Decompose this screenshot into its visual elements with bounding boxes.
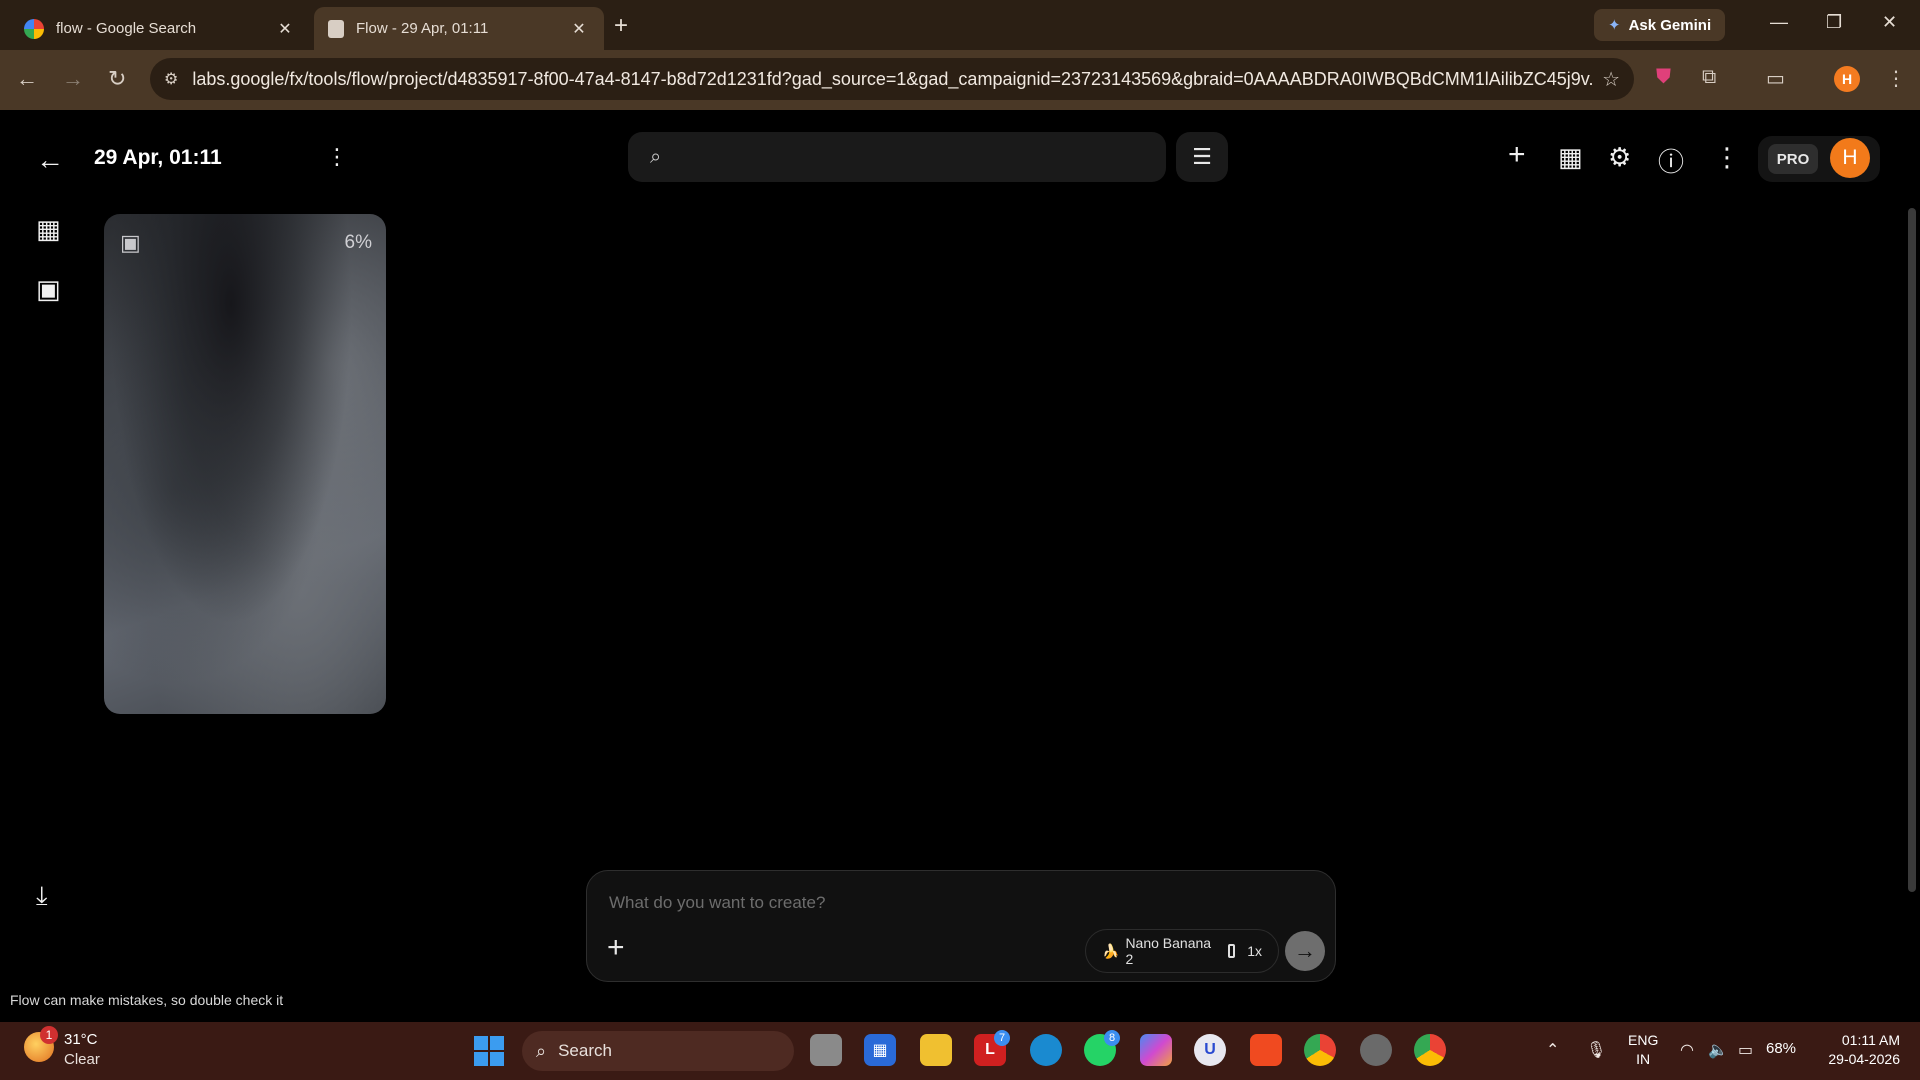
progress-percent: 6% <box>344 232 372 253</box>
chevron-up-icon[interactable]: ⌃ <box>1546 1040 1559 1060</box>
microphone-icon[interactable]: 🎙 <box>1586 1040 1606 1060</box>
system-clock[interactable]: 01:11 AM 29-04-2026 <box>1816 1031 1900 1069</box>
pro-badge: PRO <box>1768 144 1818 174</box>
help-icon[interactable]: ⓘ <box>1658 142 1684 179</box>
film-strip-icon[interactable]: ▦ <box>1558 142 1583 173</box>
project-title: 29 Apr, 01:11 <box>94 146 222 169</box>
image-view-icon[interactable]: ▣ <box>36 274 61 305</box>
battery-percent: 68% <box>1766 1040 1797 1057</box>
browser-tab-bar: flow - Google Search ✕ Flow - 29 Apr, 01… <box>0 0 1920 50</box>
tab-title: flow - Google Search <box>56 20 197 37</box>
tab-google-search[interactable]: flow - Google Search ✕ <box>10 7 310 50</box>
edge-icon[interactable] <box>1030 1034 1062 1066</box>
clock-time: 01:11 AM <box>1841 1032 1900 1048</box>
vpn-shield-icon[interactable]: U <box>1194 1034 1226 1066</box>
disclaimer-text: Flow can make mistakes, so double check … <box>10 992 284 1008</box>
search-input[interactable] <box>675 147 1116 167</box>
image-icon: ▣ <box>120 230 141 255</box>
forward-icon[interactable]: → <box>62 66 84 92</box>
model-selector[interactable]: 🍌 Nano Banana 2 1x <box>1085 929 1279 973</box>
site-settings-icon[interactable]: ⚙ <box>164 69 178 89</box>
add-icon[interactable]: + <box>1508 138 1526 172</box>
windows-start-icon[interactable] <box>474 1036 504 1066</box>
volume-icon[interactable]: 🔈 <box>1708 1040 1728 1060</box>
back-arrow-icon[interactable]: ← <box>36 144 64 176</box>
ask-gemini-label: Ask Gemini <box>1628 16 1712 34</box>
scrollbar[interactable] <box>1908 208 1916 892</box>
search-icon: ⌕ <box>536 1040 547 1061</box>
flow-app: ← 29 Apr, 01:11 ⋮ ⌕ ☰ + ▦ ⚙ ⓘ ⋮ PRO H ▦ … <box>0 110 1920 1022</box>
wifi-icon[interactable]: ◠ <box>1680 1040 1694 1060</box>
add-media-icon[interactable]: + <box>607 931 625 965</box>
user-avatar[interactable]: H <box>1830 138 1870 178</box>
clock-date: 29-04-2026 <box>1828 1051 1900 1067</box>
reload-icon[interactable]: ↻ <box>108 66 126 92</box>
extension-shield-icon[interactable]: ⛊ <box>1656 66 1671 89</box>
brave-icon[interactable] <box>1250 1034 1282 1066</box>
filter-button[interactable]: ☰ <box>1176 132 1228 182</box>
l-app-badge: 7 <box>994 1030 1010 1046</box>
weather-temperature[interactable]: 31°C <box>64 1031 98 1048</box>
close-icon[interactable]: ✕ <box>568 19 590 39</box>
tab-flow[interactable]: Flow - 29 Apr, 01:11 ✕ <box>314 7 604 50</box>
project-more-icon[interactable]: ⋮ <box>326 144 348 170</box>
output-count: 1x <box>1247 943 1262 959</box>
search-icon: ⌕ <box>650 145 662 168</box>
chrome-profile-icon[interactable] <box>1414 1034 1446 1066</box>
ask-gemini-button[interactable]: ✦ Ask Gemini <box>1594 9 1726 41</box>
address-bar[interactable]: ⚙ labs.google/fx/tools/flow/project/d483… <box>150 58 1634 100</box>
page-icon <box>328 19 344 38</box>
new-tab-button[interactable]: + <box>614 12 628 40</box>
back-icon[interactable]: ← <box>16 66 38 92</box>
send-button[interactable]: → <box>1285 931 1325 971</box>
more-vert-icon[interactable]: ⋮ <box>1714 142 1740 173</box>
lang-line2: IN <box>1636 1051 1651 1067</box>
filter-icon: ☰ <box>1192 144 1212 169</box>
grid-view-icon[interactable]: ▦ <box>36 214 61 245</box>
minimize-icon[interactable]: — <box>1770 12 1788 33</box>
task-view-icon[interactable] <box>810 1034 842 1066</box>
chromium-icon[interactable] <box>1360 1034 1392 1066</box>
weather-badge: 1 <box>40 1026 58 1044</box>
file-explorer-icon[interactable] <box>920 1034 952 1066</box>
google-icon <box>24 18 44 39</box>
arrow-right-icon: → <box>1294 938 1316 963</box>
tab-title: Flow - 29 Apr, 01:11 <box>356 20 489 37</box>
model-name: Nano Banana 2 <box>1125 935 1212 967</box>
download-icon[interactable]: ⤓ <box>36 880 48 912</box>
store-icon[interactable]: ▦ <box>864 1034 896 1066</box>
browser-menu-icon[interactable]: ⋮ <box>1886 66 1906 91</box>
lang-line1: ENG <box>1628 1032 1659 1048</box>
close-icon[interactable]: ✕ <box>274 19 296 39</box>
copilot-icon[interactable] <box>1140 1034 1172 1066</box>
chrome-icon[interactable] <box>1304 1034 1336 1066</box>
prompt-box: + 🍌 Nano Banana 2 1x → <box>586 870 1336 982</box>
taskbar-search[interactable]: ⌕ Search <box>522 1031 794 1071</box>
gemini-star-icon: ✦ <box>1608 17 1621 34</box>
generation-card[interactable]: ▣ 6% <box>104 214 386 714</box>
weather-condition: Clear <box>64 1051 100 1068</box>
restore-icon[interactable]: ❐ <box>1826 12 1842 33</box>
window-close-icon[interactable]: ✕ <box>1882 12 1897 33</box>
extensions-puzzle-icon[interactable]: ⧉ <box>1702 66 1716 89</box>
windows-taskbar: 1 31°C Clear ⌕ Search ▦ L 7 8 U ⌃ 🎙 ENG … <box>0 1022 1920 1080</box>
banana-icon: 🍌 <box>1102 942 1120 959</box>
taskbar-search-label: Search <box>558 1041 612 1060</box>
battery-icon[interactable]: ▭ <box>1738 1040 1753 1060</box>
whatsapp-badge: 8 <box>1104 1030 1120 1046</box>
tab-search-icon[interactable]: ▭ <box>1766 66 1785 91</box>
language-indicator[interactable]: ENG IN <box>1628 1031 1658 1069</box>
bookmark-star-icon[interactable]: ☆ <box>1602 67 1620 92</box>
browser-profile-avatar[interactable]: H <box>1834 66 1860 92</box>
prompt-input[interactable] <box>609 893 1309 913</box>
search-field[interactable]: ⌕ <box>628 132 1166 182</box>
aspect-ratio-icon <box>1227 944 1236 958</box>
url-text: labs.google/fx/tools/flow/project/d48359… <box>192 68 1593 89</box>
settings-gear-icon[interactable]: ⚙ <box>1608 142 1631 173</box>
